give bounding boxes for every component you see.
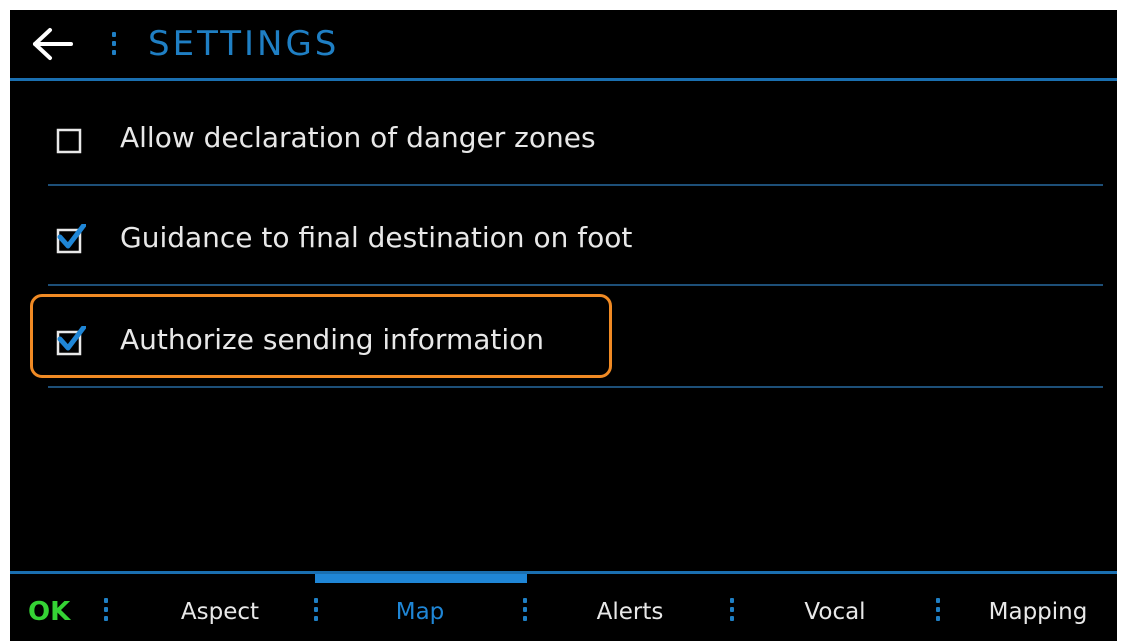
- tab-map[interactable]: Map: [340, 584, 500, 641]
- tab-alerts[interactable]: Alerts: [550, 584, 710, 641]
- option-guidance-on-foot[interactable]: Guidance to final destination on foot: [48, 186, 1103, 286]
- option-label: Authorize sending information: [120, 323, 545, 356]
- tabbar-divider: [10, 571, 1117, 574]
- tab-separator: [730, 598, 734, 625]
- page-title: SETTINGS: [148, 24, 340, 64]
- option-danger-zones[interactable]: Allow declaration of danger zones: [48, 86, 1103, 186]
- option-label: Guidance to final destination on foot: [120, 221, 633, 254]
- tab-separator: [314, 598, 318, 625]
- header: SETTINGS: [10, 10, 1117, 78]
- tab-aspect[interactable]: Aspect: [140, 584, 300, 641]
- checkbox-checked-icon[interactable]: [56, 224, 86, 256]
- checkbox-checked-icon[interactable]: [56, 326, 86, 358]
- tab-separator: [523, 598, 527, 625]
- option-label: Allow declaration of danger zones: [120, 121, 596, 154]
- arrow-left-icon: [33, 28, 73, 60]
- tab-separator: [104, 598, 108, 625]
- ok-button[interactable]: OK: [28, 584, 98, 641]
- back-button[interactable]: [24, 20, 80, 68]
- option-authorize-sending[interactable]: Authorize sending information: [48, 288, 1103, 388]
- header-separator: [112, 32, 116, 59]
- tab-mapping[interactable]: Mapping: [960, 584, 1116, 641]
- header-divider: [10, 78, 1117, 81]
- tab-separator: [936, 598, 940, 625]
- tab-vocal[interactable]: Vocal: [755, 584, 915, 641]
- active-tab-indicator: [315, 574, 527, 583]
- checkbox-unchecked-icon[interactable]: [56, 124, 86, 156]
- divider: [48, 386, 1103, 388]
- divider: [48, 284, 1103, 286]
- tabbar: OK Aspect Map Alerts Vocal Mapping: [10, 584, 1117, 641]
- settings-screen: SETTINGS Allow declaration of danger zon…: [10, 10, 1117, 641]
